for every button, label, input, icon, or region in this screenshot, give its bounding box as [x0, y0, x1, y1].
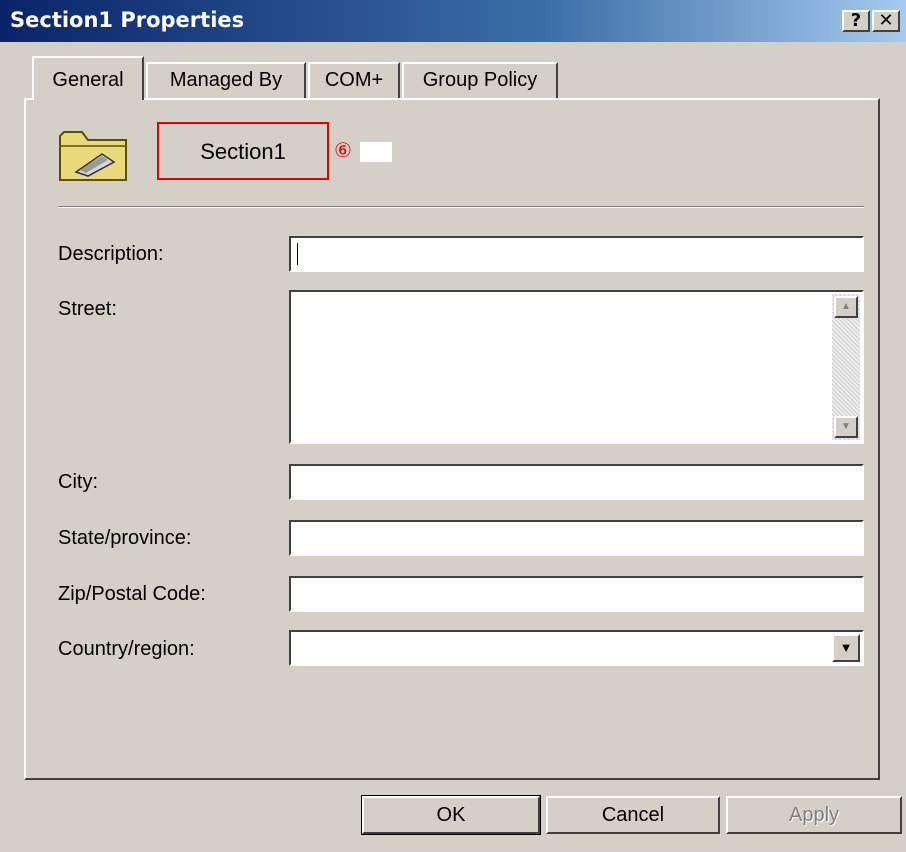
- title-bar: Section1 Properties ? ✕: [0, 0, 906, 42]
- apply-button[interactable]: Apply: [726, 796, 902, 834]
- text-caret: [297, 243, 298, 265]
- description-field[interactable]: [289, 236, 864, 272]
- tab-general[interactable]: General: [32, 56, 144, 100]
- ok-button[interactable]: OK: [361, 795, 541, 835]
- annotation-blank: [360, 142, 392, 162]
- annotation-marker: ⑥: [334, 138, 352, 162]
- city-label: City:: [58, 471, 98, 493]
- state-field[interactable]: [289, 520, 864, 556]
- state-label: State/province:: [58, 527, 192, 549]
- scroll-up-icon[interactable]: ▲: [834, 296, 858, 318]
- street-label: Street:: [58, 298, 117, 320]
- separator: [58, 206, 864, 208]
- zip-field[interactable]: [289, 576, 864, 612]
- chevron-down-icon[interactable]: ▼: [832, 634, 860, 662]
- street-textarea[interactable]: ▲ ▼: [289, 290, 864, 444]
- tab-com-plus[interactable]: COM+: [308, 62, 400, 98]
- window-title: Section1 Properties: [10, 8, 245, 32]
- tab-group-policy[interactable]: Group Policy: [402, 62, 558, 98]
- street-scrollbar[interactable]: ▲ ▼: [832, 294, 860, 440]
- scroll-down-icon[interactable]: ▼: [834, 416, 858, 438]
- country-select[interactable]: ▼: [289, 630, 864, 666]
- folder-icon: [59, 131, 127, 181]
- close-button[interactable]: ✕: [872, 10, 900, 32]
- object-name: Section1: [157, 122, 329, 180]
- help-button[interactable]: ?: [842, 10, 870, 32]
- country-label: Country/region:: [58, 638, 195, 660]
- city-field[interactable]: [289, 464, 864, 500]
- tab-managed-by[interactable]: Managed By: [146, 62, 306, 98]
- zip-label: Zip/Postal Code:: [58, 583, 206, 605]
- description-label: Description:: [58, 243, 164, 265]
- cancel-button[interactable]: Cancel: [546, 796, 720, 834]
